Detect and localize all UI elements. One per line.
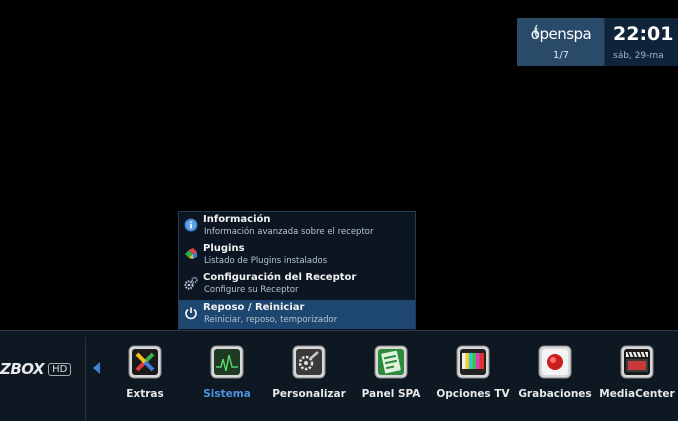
system-monitor-icon bbox=[210, 345, 244, 379]
logo-text: openspa bbox=[530, 25, 592, 43]
power-icon bbox=[185, 307, 197, 320]
nav-item-grabaciones[interactable]: Grabaciones bbox=[514, 343, 596, 413]
scroll-left-arrow-icon[interactable] bbox=[93, 362, 100, 374]
menu-item-title: Plugins bbox=[203, 243, 245, 254]
menu-item-subtitle: Configure su Receptor bbox=[204, 285, 299, 295]
mediacenter-icon bbox=[620, 345, 654, 379]
panel-spa-icon bbox=[374, 345, 408, 379]
menu-item-title: Información bbox=[203, 214, 271, 225]
plugins-icon bbox=[185, 248, 197, 259]
recordings-icon bbox=[538, 345, 572, 379]
divider bbox=[85, 337, 86, 421]
nav-label: Grabaciones bbox=[518, 388, 592, 400]
nav-label: Sistema bbox=[203, 388, 251, 400]
tv-options-icon bbox=[456, 345, 490, 379]
menu-item-plugins[interactable]: Plugins Listado de Plugins instalados bbox=[179, 241, 415, 270]
main-menu-bar: ZBOX HD Extras Sistema Personalizar Pane… bbox=[0, 330, 678, 421]
menu-item-configuracion[interactable]: Configuración del Receptor Configure su … bbox=[179, 270, 415, 299]
nav-label: Panel SPA bbox=[361, 388, 421, 400]
page-indicator: 1/7 bbox=[552, 50, 570, 61]
zbox-logo: ZBOX HD bbox=[0, 358, 72, 380]
nav-item-extras[interactable]: Extras bbox=[104, 343, 186, 413]
gears-icon bbox=[184, 276, 198, 290]
menu-item-subtitle: Listado de Plugins instalados bbox=[204, 256, 328, 266]
brand-name: ZBOX bbox=[0, 360, 45, 378]
personalize-icon bbox=[292, 345, 326, 379]
system-submenu: Información Información avanzada sobre e… bbox=[178, 211, 416, 331]
openspa-logo: openspa 1/7 bbox=[517, 18, 605, 66]
clock-panel: 22:01 sáb, 29-ma bbox=[605, 18, 678, 66]
nav-item-opciones-tv[interactable]: Opciones TV bbox=[432, 343, 514, 413]
menu-item-reposo[interactable]: Reposo / Reiniciar Reiniciar, reposo, te… bbox=[179, 300, 415, 329]
info-icon bbox=[184, 218, 198, 232]
clock-date: sáb, 29-ma bbox=[613, 51, 664, 61]
nav-label: Extras bbox=[126, 388, 164, 400]
nav-item-panel-spa[interactable]: Panel SPA bbox=[350, 343, 432, 413]
menu-item-title: Reposo / Reiniciar bbox=[203, 302, 305, 313]
menu-item-subtitle: Información avanzada sobre el receptor bbox=[204, 227, 374, 237]
nav-item-personalizar[interactable]: Personalizar bbox=[268, 343, 350, 413]
top-info-panel: openspa 1/7 22:01 sáb, 29-ma bbox=[517, 18, 678, 66]
menu-item-title: Configuración del Receptor bbox=[203, 272, 357, 283]
nav-label: Opciones TV bbox=[436, 388, 510, 400]
nav-item-mediacenter[interactable]: MediaCenter bbox=[596, 343, 678, 413]
extras-icon bbox=[128, 345, 162, 379]
nav-label: MediaCenter bbox=[599, 388, 675, 400]
nav-item-sistema[interactable]: Sistema bbox=[186, 343, 268, 413]
menu-item-subtitle: Reiniciar, reposo, temporizador bbox=[204, 315, 338, 325]
clock-time: 22:01 bbox=[613, 23, 674, 45]
menu-item-informacion[interactable]: Información Información avanzada sobre e… bbox=[179, 212, 415, 241]
nav-label: Personalizar bbox=[272, 388, 346, 400]
hd-badge: HD bbox=[48, 362, 72, 376]
